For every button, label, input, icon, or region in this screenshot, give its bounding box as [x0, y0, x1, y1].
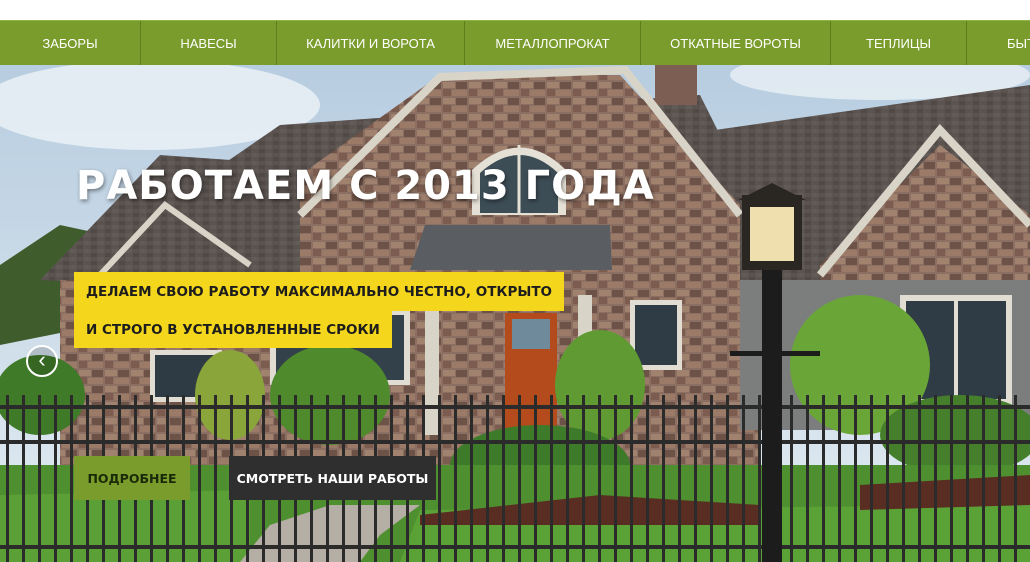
- hero-slider: РАБОТАЕМ С 2013 ГОДА ДЕЛАЕМ СВОЮ РАБОТУ …: [0, 65, 1030, 562]
- hero-tagline-line2: И СТРОГО В УСТАНОВЛЕННЫЕ СРОКИ: [74, 311, 392, 348]
- top-white-strip: [0, 0, 1030, 20]
- nav-item-household[interactable]: БЫТ: [966, 21, 1030, 65]
- slider-prev-button[interactable]: ‹: [26, 345, 58, 377]
- nav-item-sliding-gates[interactable]: ОТКАТНЫЕ ВОРОТЫ: [640, 21, 830, 65]
- nav-item-fences[interactable]: ЗАБОРЫ: [0, 21, 140, 65]
- nav-item-greenhouses[interactable]: ТЕПЛИЦЫ: [830, 21, 966, 65]
- nav-item-canopies[interactable]: НАВЕСЫ: [140, 21, 276, 65]
- chevron-left-icon: ‹: [38, 346, 46, 372]
- hero-title: РАБОТАЕМ С 2013 ГОДА: [76, 163, 655, 209]
- more-info-button[interactable]: ПОДРОБНЕЕ: [74, 456, 190, 500]
- view-works-button[interactable]: СМОТРЕТЬ НАШИ РАБОТЫ: [229, 456, 436, 500]
- nav-item-metal[interactable]: МЕТАЛЛОПРОКАТ: [464, 21, 640, 65]
- main-navigation: ЗАБОРЫ НАВЕСЫ КАЛИТКИ И ВОРОТА МЕТАЛЛОПР…: [0, 20, 1030, 65]
- nav-item-gates[interactable]: КАЛИТКИ И ВОРОТА: [276, 21, 464, 65]
- hero-tagline-line1: ДЕЛАЕМ СВОЮ РАБОТУ МАКСИМАЛЬНО ЧЕСТНО, О…: [74, 272, 565, 311]
